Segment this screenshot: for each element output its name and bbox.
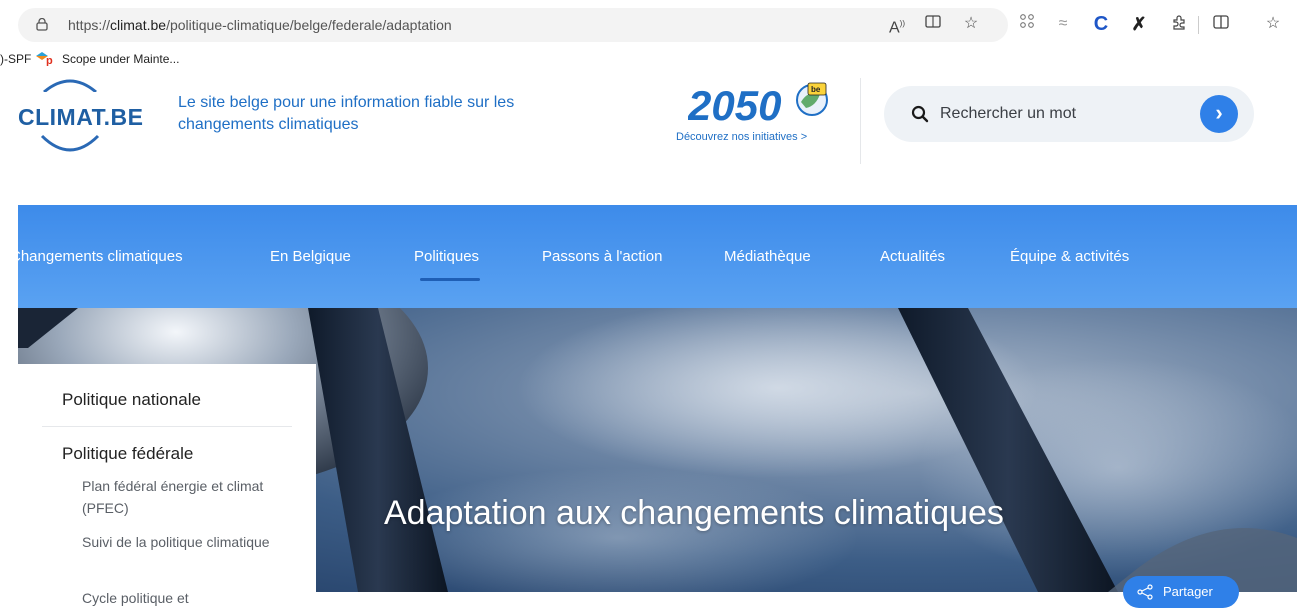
nav-item-equipe-activites[interactable]: Équipe & activités xyxy=(1010,248,1129,265)
url-path: /politique-climatique/belge/federale/ada… xyxy=(166,17,452,33)
share-icon xyxy=(1137,584,1153,600)
scope-favicon-icon: p xyxy=(36,52,53,66)
url-domain: climat.be xyxy=(110,17,167,33)
puzzle-extensions-icon[interactable] xyxy=(1168,13,1190,35)
main-nav: Changements climatiques En Belgique Poli… xyxy=(10,205,1297,308)
sidebar-item-politique-federale[interactable]: Politique fédérale xyxy=(62,444,193,464)
read-aloud-icon[interactable]: A)) xyxy=(886,13,908,36)
header-divider xyxy=(860,78,861,164)
bookmark-spf[interactable]: )-SPF xyxy=(0,52,31,66)
share-button[interactable]: Partager xyxy=(1123,576,1239,608)
browser-chrome: https://climat.be/politique-climatique/b… xyxy=(0,0,1297,78)
site-tagline: Le site belge pour une information fiabl… xyxy=(178,94,515,133)
sidebar-subitem-pfec[interactable]: Plan fédéral énergie et climat (PFEC) xyxy=(82,475,282,519)
search-submit-button[interactable]: › xyxy=(1200,95,1238,133)
favorite-star-icon[interactable]: ☆ xyxy=(960,13,982,35)
svg-text:2050: 2050 xyxy=(688,82,781,126)
logo-arc-bottom xyxy=(40,134,100,152)
address-bar[interactable]: https://climat.be/politique-climatique/b… xyxy=(18,8,1008,42)
lock-icon xyxy=(36,18,48,31)
url-text[interactable]: https://climat.be/politique-climatique/b… xyxy=(68,17,452,33)
nav-item-mediatheque[interactable]: Médiathèque xyxy=(724,248,811,265)
url-prefix: https:// xyxy=(68,17,111,33)
immersive-reader-icon[interactable] xyxy=(922,13,944,35)
site-logo[interactable]: CLIMAT.BE xyxy=(18,104,143,131)
sidebar-item-politique-nationale[interactable]: Politique nationale xyxy=(62,390,201,410)
nav-item-passons-a-l-action[interactable]: Passons à l'action xyxy=(542,248,662,265)
sidebar-divider xyxy=(42,426,292,427)
bookmark-scope[interactable]: Scope under Mainte... xyxy=(62,52,179,66)
promo-2050-logo[interactable]: 2050 be xyxy=(688,80,838,126)
sidebar-subitem-suivi[interactable]: Suivi de la politique climatique xyxy=(82,531,282,553)
share-label: Partager xyxy=(1163,584,1213,599)
split-screen-icon[interactable] xyxy=(1210,13,1232,35)
nav-active-indicator xyxy=(420,278,480,281)
nav-item-changements-climatiques[interactable]: Changements climatiques xyxy=(10,248,183,265)
svg-text:be: be xyxy=(811,85,821,94)
bookmarks-bar: )-SPF p Scope under Mainte... xyxy=(0,48,1297,70)
search-icon xyxy=(911,105,929,123)
search-input[interactable] xyxy=(940,102,1190,126)
nav-item-en-belgique[interactable]: En Belgique xyxy=(270,248,351,265)
c-extension-icon[interactable]: C xyxy=(1090,13,1112,35)
extensions-grid-icon[interactable] xyxy=(1016,13,1038,35)
svg-text:p: p xyxy=(46,55,53,66)
sidebar-menu: Politique nationale Politique fédérale P… xyxy=(18,364,316,616)
x-extension-icon[interactable]: ✗ xyxy=(1128,13,1150,35)
promo-initiatives-link[interactable]: Découvrez nos initiatives > xyxy=(676,131,807,143)
logo-arc-top xyxy=(43,79,97,92)
toolbar-divider xyxy=(1198,16,1199,34)
favorites-bar-icon[interactable]: ☆ xyxy=(1262,13,1284,35)
nav-item-politiques[interactable]: Politiques xyxy=(414,248,479,265)
search-box: › xyxy=(884,86,1254,142)
wifi-extension-icon[interactable]: ≈ xyxy=(1052,13,1074,35)
nav-item-actualites[interactable]: Actualités xyxy=(880,248,945,265)
page-title: Adaptation aux changements climatiques xyxy=(384,494,1004,532)
sidebar-subitem-cycle-politique[interactable]: Cycle politique et xyxy=(82,587,282,609)
